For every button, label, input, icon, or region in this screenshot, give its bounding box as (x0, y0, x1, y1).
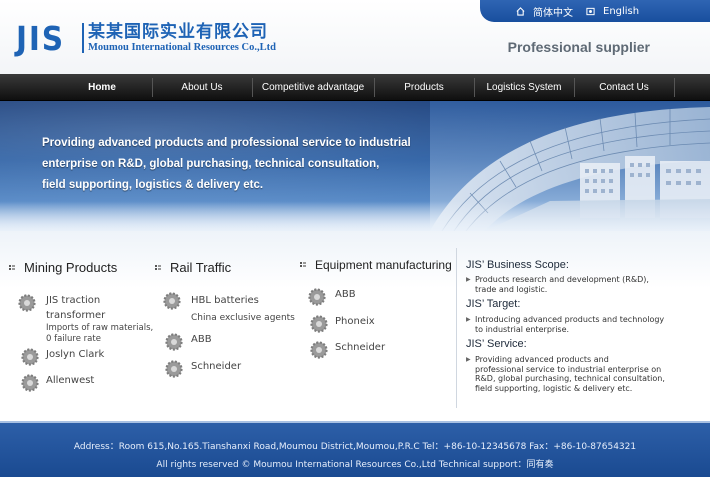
logo-text: 某某国际实业有限公司 Moumou International Resource… (88, 21, 276, 54)
site-header: JIS 某某国际实业有限公司 Moumou International Reso… (0, 0, 710, 74)
header-slogan: Professional supplier (507, 39, 650, 55)
column-title-equipment: Equipment manufacturing (300, 258, 452, 272)
scope-line: field supporting, logistic & delivery et… (475, 383, 633, 393)
gear-icon (165, 360, 183, 378)
product-name: Phoneix (335, 316, 375, 327)
footer-copyright: All rights reserved © Moumou Internation… (156, 460, 554, 470)
scope-heading-service: JIS’ Service: (466, 338, 527, 350)
column-title-label: Rail Traffic (170, 260, 232, 275)
nav-item-home[interactable]: Home (52, 74, 152, 101)
arrow-bullet-icon: ▶ (466, 316, 471, 323)
nav-item-about-us[interactable]: About Us (152, 74, 252, 101)
site-footer: Address：Room 615,No.165.Tianshanxi Road,… (0, 421, 710, 477)
language-chinese-label: 简体中文 (533, 7, 573, 19)
logo-english-name: Moumou International Resources Co.,Ltd (88, 41, 276, 53)
banner-tagline: Providing advanced products and professi… (42, 133, 462, 196)
product-name: JIS traction transformer (46, 295, 106, 321)
logo-chinese-name: 某某国际实业有限公司 (88, 21, 268, 42)
language-chinese-link[interactable]: 简体中文 (516, 0, 573, 22)
scope-line: R&D, global purchasing, technical consul… (475, 374, 665, 383)
column-title-label: Mining Products (24, 260, 118, 275)
list-bullet-icon (300, 262, 306, 267)
logo-divider (82, 23, 84, 53)
column-divider (456, 248, 457, 408)
gear-icon (18, 294, 36, 312)
arrow-bullet-icon: ▶ (466, 276, 471, 283)
language-english-label: English (603, 5, 640, 17)
home-icon (516, 6, 525, 16)
hero-banner: Providing advanced products and professi… (0, 101, 710, 231)
product-item[interactable]: Schneider (309, 340, 385, 360)
gear-icon (21, 374, 39, 392)
scope-line: Providing advanced products and (475, 355, 609, 364)
scope-line: to industrial enterprise. (475, 324, 570, 334)
product-item[interactable]: ABB (307, 287, 356, 307)
scope-line: Products research and development (R&D), (475, 275, 649, 284)
column-title-mining: Mining Products (9, 260, 117, 275)
product-name: Schneider (191, 361, 242, 372)
arrow-bullet-icon: ▶ (466, 356, 471, 363)
scope-text-business: ▶ Products research and development (R&D… (466, 275, 700, 294)
company-logo[interactable]: JIS 某某国际实业有限公司 Moumou International Reso… (16, 18, 276, 58)
product-item[interactable]: Phoneix (309, 314, 375, 334)
product-name: Allenwest (46, 375, 95, 386)
product-item[interactable]: Joslyn Clark (20, 347, 104, 367)
banner-line: enterprise on R&D, global purchasing, te… (42, 158, 380, 170)
nav-separator (674, 78, 675, 97)
language-bar: 简体中文 English (480, 0, 710, 22)
nav-item-logistics-system[interactable]: Logistics System (474, 74, 574, 101)
product-description: China exclusive agents (191, 313, 295, 323)
gear-icon (165, 333, 183, 351)
scope-line: trade and logistic. (475, 284, 548, 294)
gear-icon (310, 315, 328, 333)
product-item[interactable]: ABB (164, 332, 212, 352)
scope-line: professional service to industrial enter… (475, 364, 662, 374)
column-title-label: Equipment manufacturing (315, 258, 452, 272)
main-nav: Home About Us Competitive advantage Prod… (0, 74, 710, 101)
gear-icon (310, 341, 328, 359)
scope-line: Introducing advanced products and techno… (475, 315, 665, 324)
product-name: HBL batteries (191, 295, 259, 306)
gear-icon (21, 348, 39, 366)
scope-text-target: ▶ Introducing advanced products and tech… (466, 315, 700, 334)
scope-text-service: ▶ Providing advanced products and profes… (466, 355, 700, 393)
language-english-link[interactable]: English (586, 0, 639, 22)
product-item[interactable]: Schneider (164, 359, 241, 379)
product-item[interactable]: Allenwest (20, 373, 94, 393)
product-description: Imports of raw materials, 0 failure rate (46, 323, 154, 344)
gear-icon (308, 288, 326, 306)
product-name: Joslyn Clark (46, 349, 105, 360)
product-name: ABB (191, 334, 212, 345)
column-title-rail: Rail Traffic (155, 260, 231, 275)
banner-line: Providing advanced products and professi… (42, 137, 411, 149)
list-bullet-icon (9, 264, 15, 270)
scope-heading-business: JIS’ Business Scope: (466, 259, 569, 271)
product-name: Schneider (335, 342, 386, 353)
nav-item-competitive-advantage[interactable]: Competitive advantage (252, 74, 374, 101)
nav-item-contact-us[interactable]: Contact Us (574, 74, 674, 101)
banner-line: field supporting, logistics & delivery e… (42, 179, 264, 191)
nav-item-products[interactable]: Products (374, 74, 474, 101)
product-name: ABB (335, 289, 356, 300)
banner-fade (0, 201, 710, 231)
gear-icon (163, 292, 181, 310)
scope-heading-target: JIS’ Target: (466, 298, 521, 310)
product-item[interactable]: JIS traction transformer Imports of raw … (17, 293, 154, 345)
logo-mark: JIS (16, 18, 65, 58)
list-bullet-icon (155, 264, 161, 270)
globe-icon (586, 7, 595, 15)
footer-address: Address：Room 615,No.165.Tianshanxi Road,… (73, 442, 637, 452)
product-item[interactable]: HBL batteries China exclusive agents (162, 291, 311, 324)
